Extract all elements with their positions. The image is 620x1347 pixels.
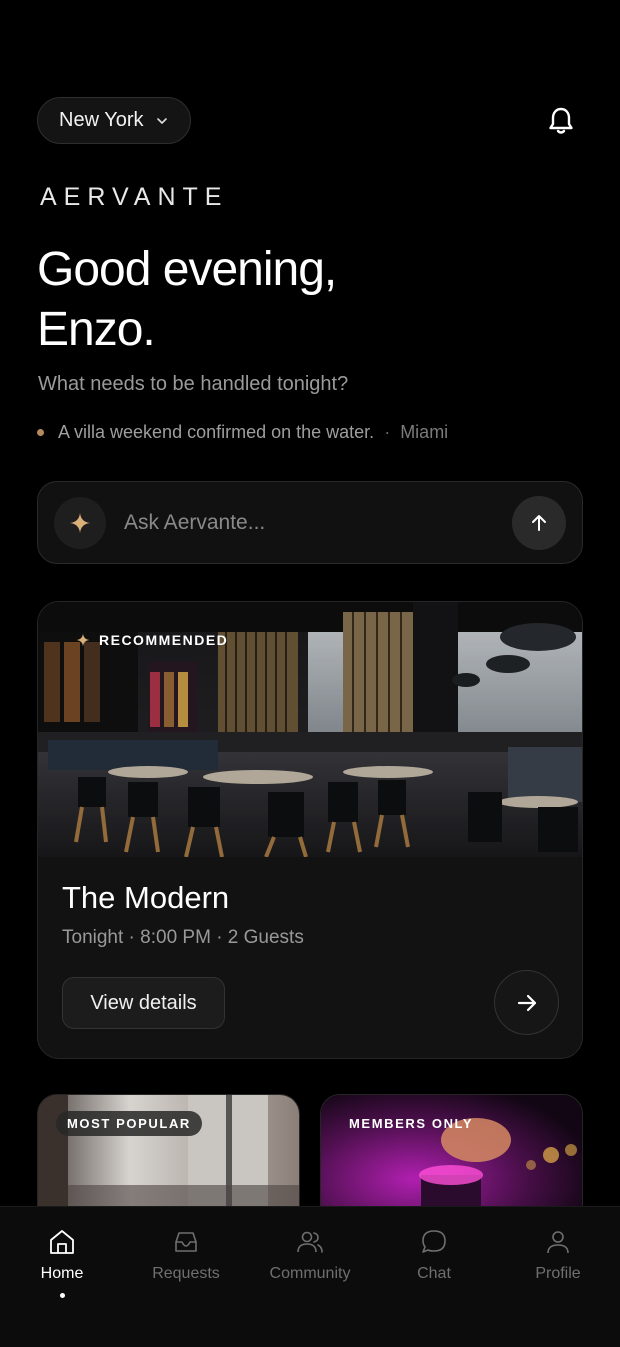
tab-chat-label: Chat — [417, 1265, 451, 1282]
active-tab-indicator — [59, 1293, 65, 1298]
recommended-badge-label: RECOMMENDED — [99, 632, 229, 648]
open-reservation-button[interactable] — [494, 970, 559, 1035]
user-icon — [547, 1231, 569, 1254]
view-details-button[interactable]: View details — [62, 977, 225, 1029]
bell-icon[interactable] — [545, 105, 577, 137]
tab-community[interactable]: Community — [248, 1207, 372, 1307]
arrow-up-icon — [532, 514, 546, 531]
venue-title: The Modern — [62, 880, 230, 915]
sparkle-icon — [70, 512, 90, 533]
most-popular-badge: MOST POPULAR — [56, 1111, 202, 1136]
greeting-prompt: What needs to be handled tonight? — [38, 373, 349, 395]
home-icon — [50, 1230, 74, 1254]
city-label: New York — [59, 109, 144, 131]
ask-input[interactable]: Ask Aervante... — [124, 511, 512, 535]
tab-profile-label: Profile — [535, 1265, 581, 1282]
tab-home-label: Home — [40, 1265, 84, 1282]
arrow-right-icon — [517, 994, 536, 1011]
status-dot — [37, 429, 44, 436]
ticker-location: Miami — [400, 422, 449, 442]
greeting-heading: Good evening, Enzo. — [37, 240, 337, 360]
city-selector[interactable]: New York — [37, 97, 191, 144]
ticker-separator: · — [384, 422, 391, 442]
greeting-line-2: Enzo. — [37, 303, 156, 356]
greeting-line-1: Good evening, — [37, 243, 337, 296]
brand-logo: AERVANTE — [40, 183, 229, 211]
chevron-down-icon — [156, 117, 167, 124]
tab-chat[interactable]: Chat — [372, 1207, 496, 1307]
bottom-tab-bar: Home Requests Community Chat Profile — [0, 1206, 620, 1347]
recommended-badge: RECOMMENDED — [76, 632, 228, 648]
activity-ticker: A villa weekend confirmed on the water. … — [37, 422, 448, 443]
ticker-message: A villa weekend confirmed on the water. — [58, 422, 375, 442]
tab-community-label: Community — [269, 1265, 351, 1282]
send-button[interactable] — [512, 495, 566, 550]
tab-home[interactable]: Home — [0, 1207, 124, 1307]
members-only-badge: MEMBERS ONLY — [349, 1116, 474, 1131]
inbox-icon — [175, 1232, 197, 1252]
recommended-card[interactable]: RECOMMENDED The Modern Tonight · 8:00 PM… — [37, 601, 583, 1059]
chat-bubble-icon — [422, 1230, 446, 1253]
users-icon — [297, 1231, 323, 1253]
tab-requests[interactable]: Requests — [124, 1207, 248, 1307]
sparkle-button — [54, 496, 106, 549]
sparkle-icon — [76, 633, 90, 647]
reservation-details: Tonight · 8:00 PM · 2 Guests — [62, 927, 304, 948]
tab-profile[interactable]: Profile — [496, 1207, 620, 1307]
ask-assistant-bar[interactable]: Ask Aervante... — [37, 481, 583, 564]
restaurant-photo: RECOMMENDED — [38, 602, 582, 857]
tab-requests-label: Requests — [152, 1265, 220, 1282]
